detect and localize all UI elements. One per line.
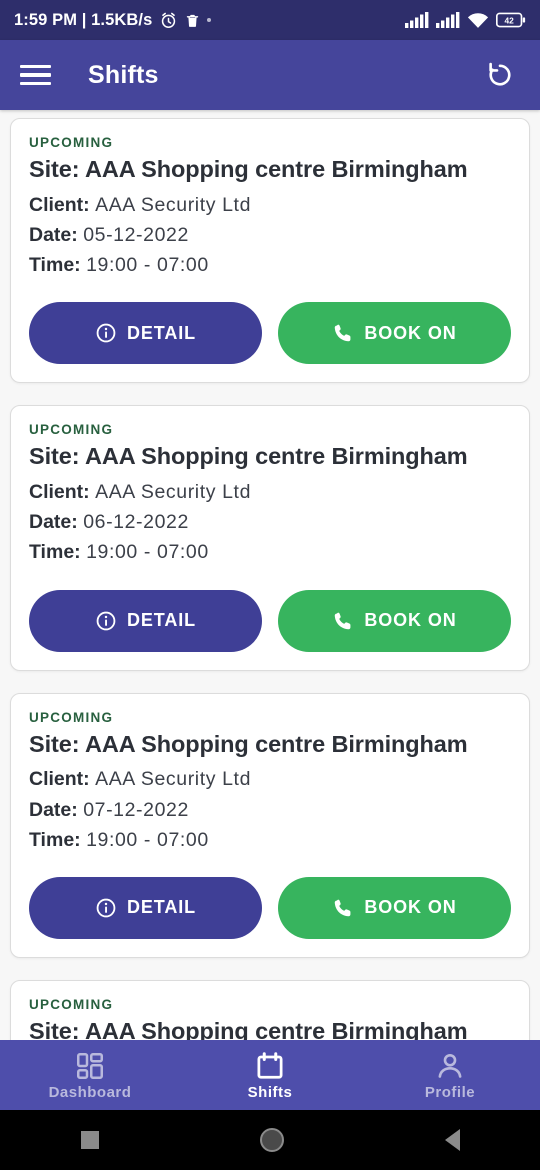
alarm-clock-icon	[162, 12, 176, 28]
bottom-navigation: Dashboard Shifts Profile	[0, 1040, 540, 1110]
status-badge: UPCOMING	[29, 709, 114, 725]
calendar-icon	[257, 1051, 283, 1079]
person-icon	[438, 1053, 462, 1078]
phone-icon	[335, 612, 351, 629]
detail-button-label: DETAIL	[126, 322, 197, 343]
page-title: Shifts	[88, 60, 159, 89]
shift-date-row: Date: 05-12-2022	[29, 220, 511, 250]
shift-list[interactable]: UPCOMING Site: AAA Shopping centre Birmi…	[0, 110, 540, 1040]
info-circle-icon	[96, 611, 116, 630]
signal-bars-sim2-icon	[436, 12, 460, 28]
status-bar-right: 42	[405, 12, 526, 29]
nav-label-profile: Profile	[424, 1083, 476, 1101]
circle-home-icon[interactable]	[259, 1128, 284, 1152]
nav-item-profile[interactable]: Profile	[360, 1040, 540, 1110]
battery-level-text: 42	[504, 15, 514, 25]
date-value: 06-12-2022	[83, 511, 189, 534]
book-on-button[interactable]: BOOK ON	[278, 302, 511, 365]
trash-icon	[187, 14, 199, 27]
nav-item-shifts[interactable]: Shifts	[180, 1040, 360, 1110]
status-badge: UPCOMING	[29, 422, 114, 438]
status-badge: UPCOMING	[29, 996, 114, 1012]
client-label: Client:	[29, 768, 90, 791]
info-circle-icon	[96, 898, 116, 918]
status-clock-network: 1:59 PM | 1.5KB/s	[14, 10, 153, 29]
shift-date-row: Date: 06-12-2022	[29, 507, 511, 537]
nav-item-dashboard[interactable]: Dashboard	[0, 1040, 180, 1110]
book-on-button-label: BOOK ON	[364, 322, 457, 343]
client-label: Client:	[29, 193, 90, 216]
shift-client-row: Client: AAA Security Ltd	[29, 190, 511, 220]
android-system-nav-bar	[0, 1110, 540, 1170]
shift-card-actions: DETAIL BOOK ON	[29, 589, 511, 652]
shift-client-row: Client: AAA Security Ltd	[29, 764, 511, 794]
date-label: Date:	[29, 798, 78, 821]
signal-bars-sim1-icon	[405, 12, 429, 28]
shift-card[interactable]: UPCOMING Site: AAA Shopping centre Birmi…	[10, 979, 530, 1040]
status-bar: 1:59 PM | 1.5KB/s 42	[0, 0, 540, 40]
time-value: 19:00 - 07:00	[86, 541, 209, 564]
time-label: Time:	[29, 254, 81, 277]
client-label: Client:	[29, 480, 90, 503]
status-bar-left: 1:59 PM | 1.5KB/s	[14, 10, 212, 30]
shift-card[interactable]: UPCOMING Site: AAA Shopping centre Birmi…	[10, 118, 530, 384]
shift-card-actions: DETAIL BOOK ON	[29, 876, 511, 939]
shift-card-actions: DETAIL BOOK ON	[29, 302, 511, 365]
nav-label-shifts: Shifts	[247, 1083, 293, 1101]
detail-button[interactable]: DETAIL	[29, 589, 262, 652]
detail-button-label: DETAIL	[126, 610, 197, 631]
battery-icon: 42	[496, 12, 526, 28]
square-recents-icon[interactable]	[80, 1131, 99, 1149]
client-value: AAA Security Ltd	[95, 768, 252, 791]
shift-site-title: Site: AAA Shopping centre Birmingham	[29, 730, 468, 757]
shift-date-row: Date: 07-12-2022	[29, 795, 511, 825]
status-badge: UPCOMING	[29, 135, 114, 150]
shift-site-title: Site: AAA Shopping centre Birmingham	[29, 443, 468, 470]
time-value: 19:00 - 07:00	[86, 828, 209, 851]
nav-label-dashboard: Dashboard	[48, 1083, 132, 1101]
triangle-back-icon[interactable]	[444, 1129, 460, 1151]
dot-icon	[207, 18, 212, 22]
date-label: Date:	[29, 223, 78, 246]
time-label: Time:	[29, 541, 81, 564]
dashboard-grid-icon	[76, 1052, 103, 1079]
shift-client-row: Client: AAA Security Ltd	[29, 477, 511, 507]
book-on-button[interactable]: BOOK ON	[278, 876, 511, 939]
client-value: AAA Security Ltd	[95, 480, 252, 503]
refresh-rotate-left-icon[interactable]	[480, 55, 520, 95]
time-value: 19:00 - 07:00	[86, 254, 209, 277]
refresh-icon-glyph	[489, 62, 511, 86]
detail-button-label: DETAIL	[126, 897, 197, 918]
hamburger-menu-icon[interactable]	[20, 58, 54, 92]
book-on-button[interactable]: BOOK ON	[278, 589, 511, 652]
shift-time-row: Time: 19:00 - 07:00	[29, 250, 511, 280]
book-on-button-label: BOOK ON	[364, 897, 457, 918]
app-bar: Shifts	[0, 40, 540, 110]
client-value: AAA Security Ltd	[95, 193, 252, 216]
phone-screen: 1:59 PM | 1.5KB/s 42 Shifts UPCOMING Sit…	[0, 0, 540, 1170]
wifi-icon	[467, 12, 489, 28]
shift-card[interactable]: UPCOMING Site: AAA Shopping centre Birmi…	[10, 692, 530, 958]
info-circle-icon	[96, 323, 116, 343]
detail-button[interactable]: DETAIL	[29, 302, 262, 365]
time-label: Time:	[29, 828, 81, 851]
shift-site-title: Site: AAA Shopping centre Birmingham	[29, 156, 468, 182]
shift-time-row: Time: 19:00 - 07:00	[29, 825, 511, 855]
phone-icon	[335, 899, 351, 917]
book-on-button-label: BOOK ON	[364, 610, 457, 631]
shift-time-row: Time: 19:00 - 07:00	[29, 537, 511, 567]
date-label: Date:	[29, 511, 78, 534]
shift-site-title: Site: AAA Shopping centre Birmingham	[29, 1017, 468, 1040]
date-value: 07-12-2022	[83, 798, 189, 821]
shift-card[interactable]: UPCOMING Site: AAA Shopping centre Birmi…	[10, 405, 530, 671]
phone-icon	[335, 324, 351, 342]
detail-button[interactable]: DETAIL	[29, 876, 262, 939]
date-value: 05-12-2022	[83, 223, 189, 246]
